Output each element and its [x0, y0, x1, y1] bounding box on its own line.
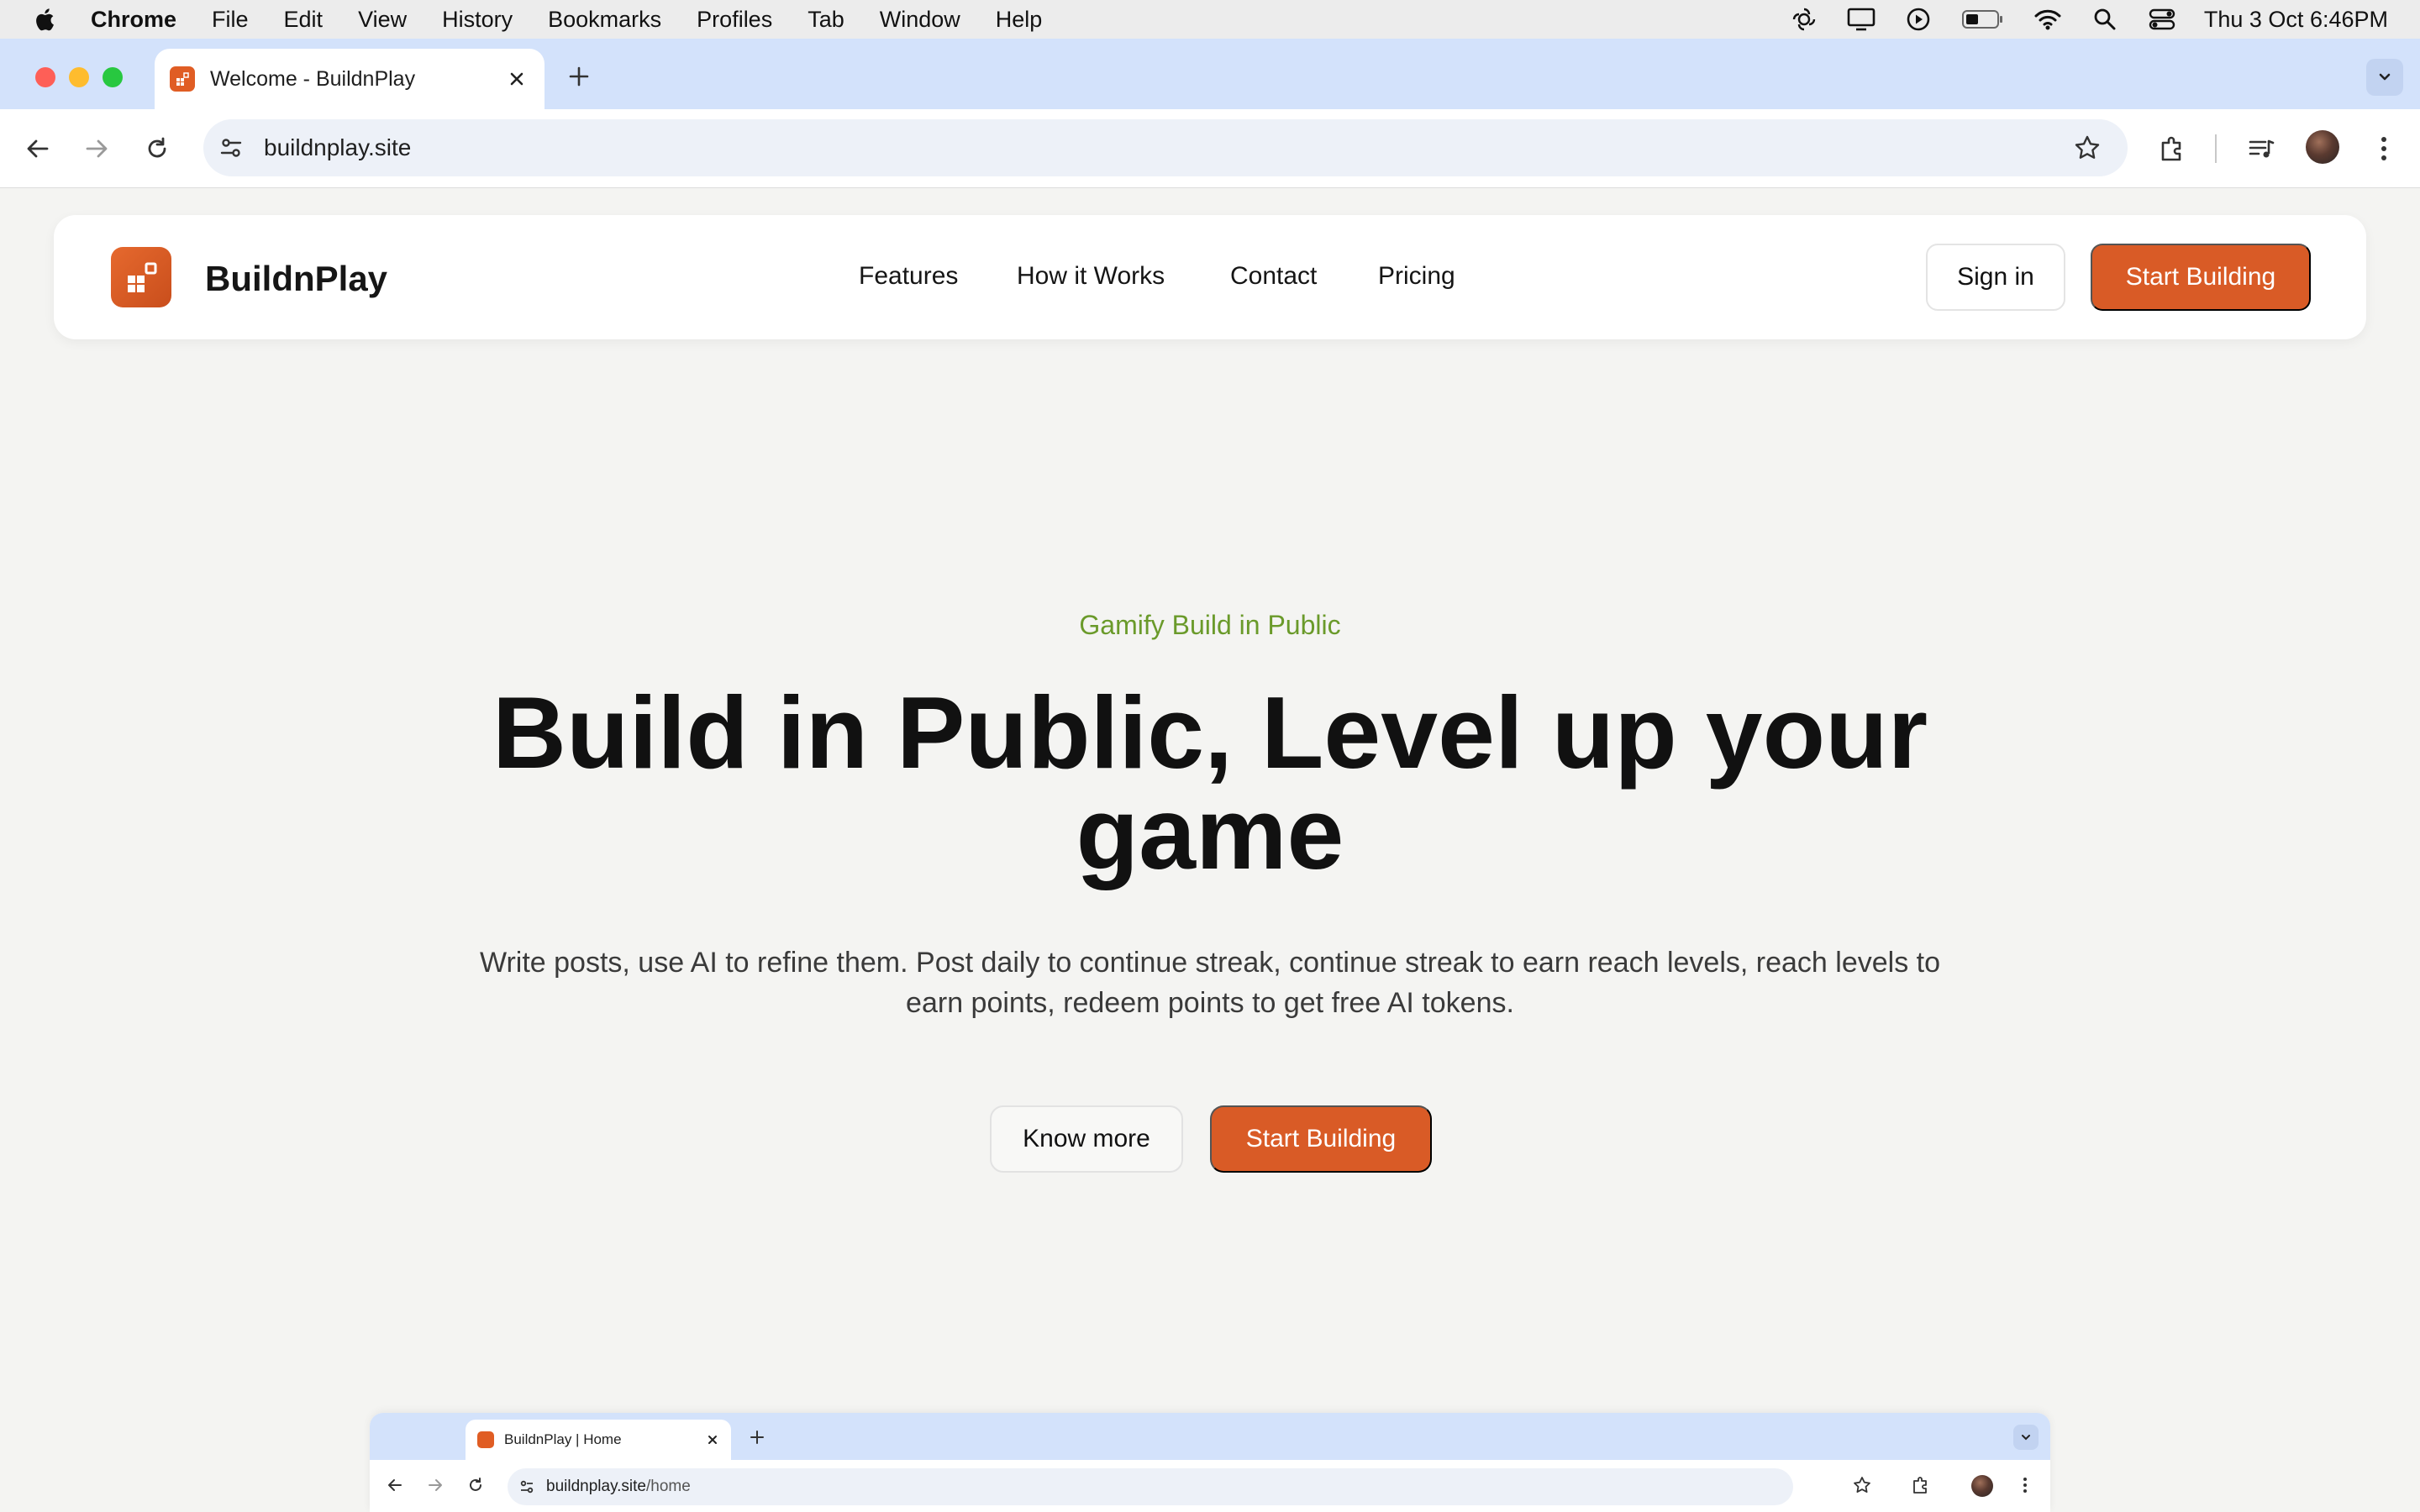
nav-link-features[interactable]: Features [859, 262, 958, 291]
search-icon[interactable] [2090, 7, 2120, 32]
chatgpt-icon[interactable] [1789, 7, 1819, 32]
product-preview-screenshot: BuildnPlay | Home buildnplay.site/home [370, 1413, 2050, 1512]
menu-bookmarks[interactable]: Bookmarks [548, 7, 661, 33]
browser-toolbar: buildnplay.site [0, 109, 2420, 188]
menu-app-name[interactable]: Chrome [91, 7, 176, 33]
preview-tab: BuildnPlay | Home [466, 1420, 731, 1460]
menu-history[interactable]: History [442, 7, 513, 33]
start-building-hero-button[interactable]: Start Building [1210, 1105, 1432, 1173]
bookmark-star-icon[interactable] [2072, 133, 2102, 163]
brand-name[interactable]: BuildnPlay [205, 259, 387, 299]
preview-tab-close-icon [704, 1431, 721, 1448]
hero-title: Build in Public, Level up your game [492, 675, 1928, 890]
status-area: Thu 3 Oct 6:46PM [1789, 0, 2420, 39]
apple-icon[interactable] [32, 6, 59, 33]
know-more-button[interactable]: Know more [990, 1105, 1183, 1173]
menu-window[interactable]: Window [880, 7, 960, 33]
tab-close-icon[interactable] [504, 66, 529, 92]
preview-favicon-icon [477, 1431, 494, 1448]
address-bar[interactable]: buildnplay.site [203, 119, 2128, 176]
back-arrow-icon[interactable] [22, 133, 54, 165]
window-minimize-button[interactable] [69, 67, 89, 87]
preview-forward-icon [425, 1475, 445, 1495]
preview-avatar [1971, 1475, 1993, 1497]
reload-icon[interactable] [141, 133, 173, 165]
preview-new-tab-icon [748, 1428, 766, 1446]
control-center-icon[interactable] [2147, 7, 2177, 32]
browser-tab-strip: Welcome - BuildnPlay [0, 39, 2420, 109]
more-menu-icon[interactable] [2368, 133, 2400, 165]
hero-eyebrow: Gamify Build in Public [1079, 610, 1341, 640]
menu-profiles[interactable]: Profiles [697, 7, 772, 33]
tab-search-chevron-icon[interactable] [2366, 59, 2403, 96]
macos-menu-bar: Chrome File Edit View History Bookmarks … [0, 0, 2420, 39]
menu-file[interactable]: File [212, 7, 249, 33]
new-tab-icon[interactable] [565, 62, 593, 91]
screen-mirroring-icon[interactable] [1846, 7, 1876, 32]
nav-link-pricing[interactable]: Pricing [1378, 262, 1455, 291]
site-favicon-icon [170, 66, 195, 92]
extensions-puzzle-icon[interactable] [2156, 133, 2188, 165]
menu-tab[interactable]: Tab [808, 7, 844, 33]
profile-avatar[interactable] [2306, 130, 2339, 164]
wifi-icon[interactable] [2033, 7, 2063, 32]
menubar-clock[interactable]: Thu 3 Oct 6:46PM [2204, 7, 2388, 33]
preview-address-bar: buildnplay.site/home [508, 1468, 1793, 1505]
play-circle-icon[interactable] [1903, 7, 1933, 32]
battery-icon[interactable] [1960, 7, 2006, 32]
preview-toolbar: buildnplay.site/home [370, 1460, 2050, 1512]
preview-url: buildnplay.site/home [546, 1478, 691, 1496]
site-info-tune-icon[interactable] [217, 134, 245, 162]
preview-back-icon [385, 1475, 405, 1495]
preview-star-icon [1852, 1475, 1872, 1495]
preview-url-path: /home [646, 1478, 691, 1495]
site-header: BuildnPlay Features How it Works Contact… [54, 215, 2366, 339]
media-controls-icon[interactable] [2245, 133, 2277, 165]
start-building-nav-button[interactable]: Start Building [2091, 244, 2311, 311]
menu-edit[interactable]: Edit [284, 7, 324, 33]
nav-link-how-it-works[interactable]: How it Works [1017, 262, 1165, 291]
preview-chevron-icon [2013, 1425, 2039, 1450]
window-close-button[interactable] [35, 67, 55, 87]
toolbar-separator [2215, 134, 2217, 163]
sign-in-button[interactable]: Sign in [1926, 244, 2065, 311]
preview-tab-strip: BuildnPlay | Home [370, 1413, 2050, 1460]
preview-url-domain: buildnplay.site [546, 1478, 647, 1495]
address-url[interactable]: buildnplay.site [264, 134, 411, 161]
preview-site-info-icon [519, 1479, 534, 1494]
menu-help[interactable]: Help [996, 7, 1043, 33]
nav-link-contact[interactable]: Contact [1230, 262, 1317, 291]
browser-tab-active[interactable]: Welcome - BuildnPlay [155, 49, 544, 109]
preview-tab-title: BuildnPlay | Home [504, 1431, 622, 1447]
preview-extensions-icon [1911, 1475, 1931, 1495]
hero-subtitle: Write posts, use AI to refine them. Post… [479, 947, 1941, 1019]
menu-view[interactable]: View [358, 7, 407, 33]
preview-reload-icon [466, 1475, 486, 1495]
forward-arrow-icon[interactable] [81, 133, 113, 165]
brand-logo-icon[interactable] [111, 247, 171, 307]
tab-title: Welcome - BuildnPlay [210, 66, 416, 91]
window-zoom-button[interactable] [103, 67, 123, 87]
preview-more-icon [2015, 1475, 2035, 1495]
